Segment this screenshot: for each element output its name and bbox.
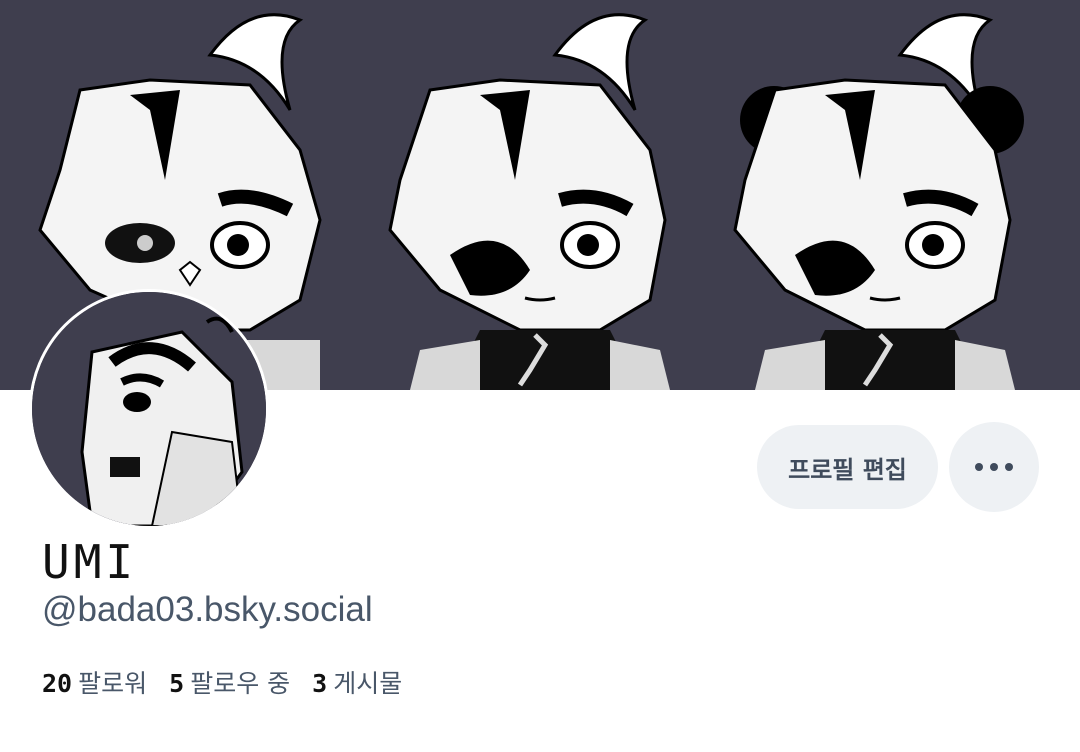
followers-count: 20 [42, 669, 73, 698]
followers-label: 팔로워 [78, 669, 148, 698]
following-stat[interactable]: 5 팔로우 중 [169, 664, 290, 700]
posts-stat: 3 게시물 [312, 664, 402, 700]
avatar-image [32, 292, 266, 526]
profile-stats: 20 팔로워 5 팔로우 중 3 게시물 [42, 664, 402, 700]
display-name: UMI [42, 535, 138, 589]
edit-profile-button[interactable]: 프로필 편집 [757, 425, 938, 509]
followers-stat[interactable]: 20 팔로워 [42, 664, 147, 700]
posts-count: 3 [312, 669, 328, 698]
ellipsis-icon [975, 463, 1013, 471]
profile-avatar[interactable] [29, 289, 269, 529]
posts-label: 게시물 [333, 669, 403, 698]
following-label: 팔로우 중 [190, 669, 291, 698]
more-options-button[interactable] [949, 422, 1039, 512]
profile-handle: @bada03.bsky.social [42, 590, 373, 629]
following-count: 5 [169, 669, 185, 698]
